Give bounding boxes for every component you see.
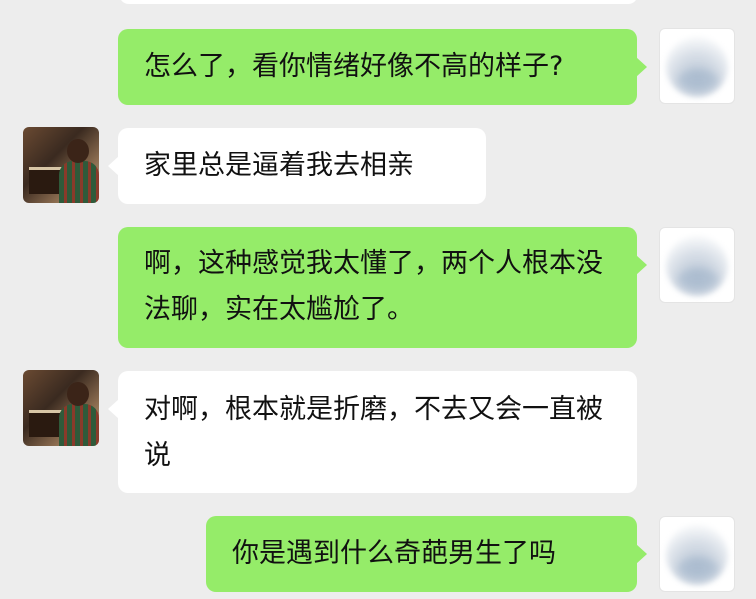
message-bubble-outgoing[interactable]: 啊，这种感觉我太懂了，两个人根本没法聊，实在太尴尬了。	[118, 227, 647, 348]
avatar-person-head	[67, 382, 89, 406]
message-text: 你是遇到什么奇葩男生了吗	[232, 538, 556, 569]
avatar-blur	[678, 557, 718, 579]
avatar-person-body	[59, 404, 99, 446]
friend-avatar[interactable]	[23, 127, 99, 203]
message-bubble-outgoing[interactable]: 你是遇到什么奇葩男生了吗	[206, 516, 647, 592]
message-bubble-incoming[interactable]: 对啊，根本就是折磨，不去又会一直被说	[108, 371, 637, 493]
message-text: 啊，这种感觉我太懂了，两个人根本没法聊，实在太尴尬了。	[144, 248, 603, 325]
avatar-person-head	[67, 139, 89, 163]
message-bubble-outgoing[interactable]: 怎么了，看你情绪好像不高的样子?	[118, 29, 647, 105]
avatar-piano	[29, 167, 63, 194]
avatar-blur	[678, 268, 718, 290]
message-text: 怎么了，看你情绪好像不高的样子?	[144, 51, 564, 82]
previous-message-bubble	[119, 0, 638, 4]
self-avatar[interactable]	[659, 227, 735, 303]
message-text: 对啊，根本就是折磨，不去又会一直被说	[144, 394, 603, 471]
avatar-blur	[678, 69, 718, 91]
self-avatar[interactable]	[659, 28, 735, 104]
chat-message-area[interactable]: 怎么了，看你情绪好像不高的样子? 家里总是逼着我去相亲 啊，这种感觉我太懂了，两…	[0, 0, 756, 599]
message-text: 家里总是逼着我去相亲	[144, 150, 414, 181]
self-avatar[interactable]	[659, 516, 735, 592]
friend-avatar[interactable]	[23, 370, 99, 446]
avatar-person-body	[59, 161, 99, 203]
avatar-piano	[29, 410, 63, 437]
message-bubble-incoming[interactable]: 家里总是逼着我去相亲	[108, 128, 486, 204]
